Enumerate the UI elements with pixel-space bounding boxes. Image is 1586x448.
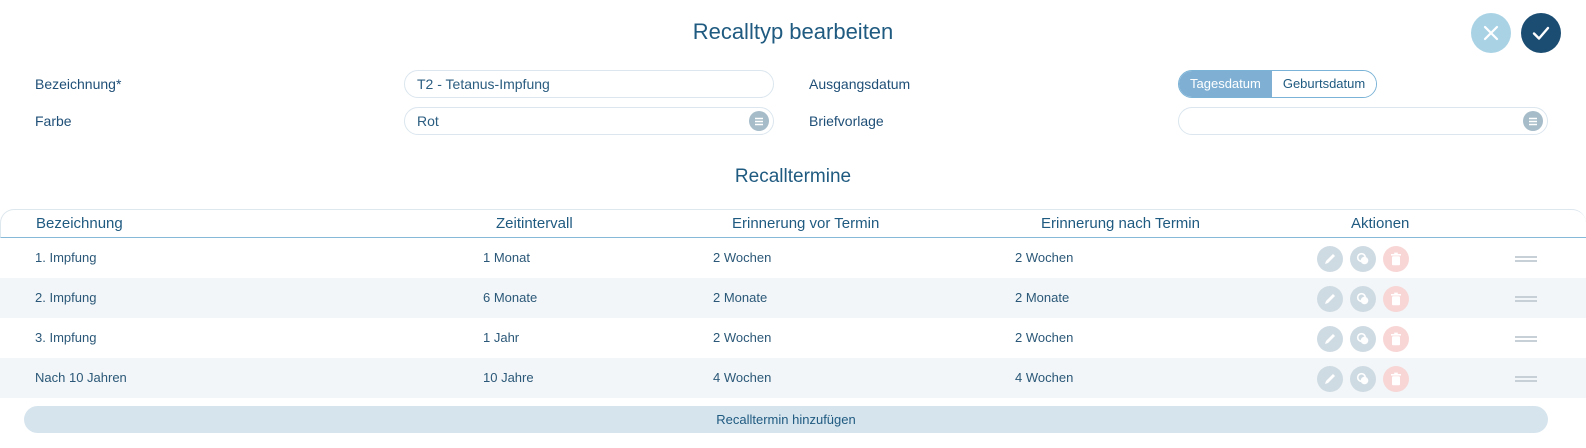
cell-bezeichnung: 3. Impfung: [35, 330, 97, 345]
column-header-erinnerung-nach: Erinnerung nach Termin: [1041, 215, 1200, 232]
farbe-select[interactable]: Rot: [404, 107, 774, 135]
column-header-zeitintervall: Zeitintervall: [496, 215, 573, 232]
column-header-aktionen: Aktionen: [1351, 215, 1410, 232]
list-icon: [1529, 117, 1537, 125]
bezeichnung-input[interactable]: T2 - Tetanus-Impfung: [404, 70, 774, 98]
pencil-icon: [1325, 254, 1335, 264]
table-row: 1. Impfung 1 Monat 2 Wochen 2 Wochen: [0, 238, 1586, 278]
copy-icon: [1356, 252, 1369, 265]
table-row: 2. Impfung 6 Monate 2 Monate 2 Monate: [0, 278, 1586, 318]
table-row: Nach 10 Jahren 10 Jahre 4 Wochen 4 Woche…: [0, 358, 1586, 398]
farbe-label: Farbe: [35, 113, 72, 129]
delete-button[interactable]: [1383, 326, 1409, 352]
table-row: 3. Impfung 1 Jahr 2 Wochen 2 Wochen: [0, 318, 1586, 358]
cell-bezeichnung: Nach 10 Jahren: [35, 370, 127, 385]
cell-erinnerung-nach: 2 Wochen: [1015, 330, 1074, 345]
copy-icon: [1356, 332, 1369, 345]
confirm-button[interactable]: [1521, 13, 1561, 53]
briefvorlage-label: Briefvorlage: [809, 113, 884, 129]
bezeichnung-value: T2 - Tetanus-Impfung: [417, 76, 550, 92]
table-header: Bezeichnung Zeitintervall Erinnerung vor…: [0, 209, 1586, 238]
drag-handle[interactable]: [1515, 296, 1537, 302]
briefvorlage-dropdown-button[interactable]: [1523, 111, 1543, 131]
copy-icon: [1356, 372, 1369, 385]
list-icon: [755, 117, 763, 125]
cell-zeitintervall: 10 Jahre: [483, 370, 534, 385]
cell-erinnerung-nach: 4 Wochen: [1015, 370, 1074, 385]
cell-erinnerung-vor: 4 Wochen: [713, 370, 772, 385]
dialog-title: Recalltyp bearbeiten: [692, 19, 894, 44]
add-recalltermin-button[interactable]: Recalltermin hinzufügen: [24, 406, 1548, 433]
checkmark-icon: [1532, 26, 1550, 40]
recalltermine-title: Recalltermine: [734, 166, 852, 187]
trash-icon: [1391, 372, 1401, 386]
ausgangsdatum-label: Ausgangsdatum: [809, 76, 911, 92]
pencil-icon: [1325, 374, 1335, 384]
trash-icon: [1391, 332, 1401, 346]
drag-handle[interactable]: [1515, 376, 1537, 382]
drag-handle[interactable]: [1515, 336, 1537, 342]
recalltermine-table: Bezeichnung Zeitintervall Erinnerung vor…: [0, 209, 1586, 398]
farbe-dropdown-button[interactable]: [749, 111, 769, 131]
trash-icon: [1391, 292, 1401, 306]
option-tagesdatum[interactable]: Tagesdatum: [1179, 71, 1272, 97]
cell-zeitintervall: 6 Monate: [483, 290, 538, 305]
pencil-icon: [1325, 294, 1335, 304]
drag-handle[interactable]: [1515, 256, 1537, 262]
copy-icon: [1356, 292, 1369, 305]
delete-button[interactable]: [1383, 286, 1409, 312]
cell-erinnerung-vor: 2 Wochen: [713, 330, 772, 345]
bezeichnung-label: Bezeichnung*: [35, 76, 122, 92]
cancel-button[interactable]: [1471, 13, 1511, 53]
edit-button[interactable]: [1317, 246, 1343, 272]
option-geburtsdatum[interactable]: Geburtsdatum: [1271, 71, 1377, 97]
copy-button[interactable]: [1350, 246, 1376, 272]
edit-button[interactable]: [1317, 366, 1343, 392]
cell-bezeichnung: 2. Impfung: [35, 290, 97, 305]
delete-button[interactable]: [1383, 366, 1409, 392]
copy-button[interactable]: [1350, 366, 1376, 392]
farbe-value: Rot: [417, 113, 439, 129]
ausgangsdatum-toggle[interactable]: Tagesdatum Geburtsdatum: [1178, 70, 1378, 98]
pencil-icon: [1325, 334, 1335, 344]
column-header-bezeichnung: Bezeichnung: [36, 215, 123, 232]
trash-icon: [1391, 252, 1401, 266]
edit-button[interactable]: [1317, 286, 1343, 312]
cell-erinnerung-vor: 2 Wochen: [713, 250, 772, 265]
copy-button[interactable]: [1350, 326, 1376, 352]
cell-zeitintervall: 1 Jahr: [483, 330, 520, 345]
column-header-erinnerung-vor: Erinnerung vor Termin: [732, 215, 880, 232]
cell-erinnerung-nach: 2 Wochen: [1015, 250, 1074, 265]
cell-bezeichnung: 1. Impfung: [35, 250, 97, 265]
edit-button[interactable]: [1317, 326, 1343, 352]
cell-erinnerung-nach: 2 Monate: [1015, 290, 1070, 305]
delete-button[interactable]: [1383, 246, 1409, 272]
briefvorlage-select[interactable]: [1178, 107, 1548, 135]
copy-button[interactable]: [1350, 286, 1376, 312]
cell-erinnerung-vor: 2 Monate: [713, 290, 768, 305]
close-icon: [1483, 25, 1499, 41]
cell-zeitintervall: 1 Monat: [483, 250, 530, 265]
